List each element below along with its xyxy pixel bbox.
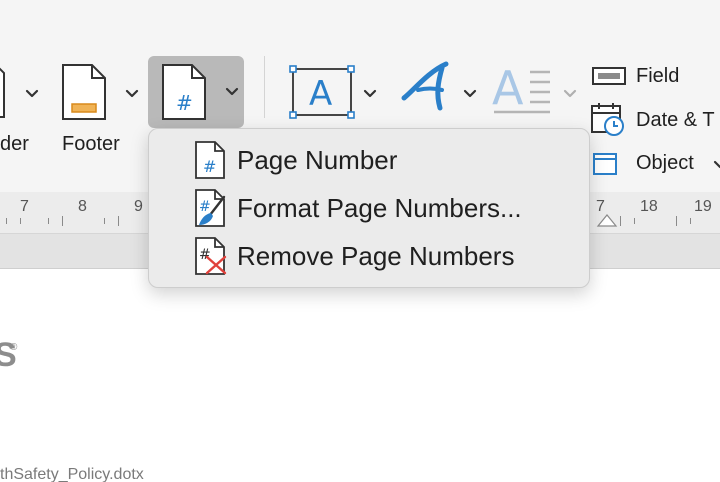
chevron-down-icon[interactable] <box>462 88 478 100</box>
footer-label: Footer <box>62 133 120 155</box>
page-number-icon: # <box>195 141 225 179</box>
footer-button[interactable]: Footer <box>56 56 144 166</box>
date-time-button[interactable]: Date & T <box>590 102 720 138</box>
document-footer-text: thSafety_Policy.dotx <box>0 466 144 482</box>
format-brush-icon: # <box>195 189 226 227</box>
wordart-button[interactable] <box>396 60 482 124</box>
ruler-tick <box>62 216 63 226</box>
svg-text:#: # <box>199 199 211 215</box>
menu-item-format-page-numbers[interactable]: # Format Page Numbers... <box>149 183 589 229</box>
chevron-down-icon <box>563 89 577 98</box>
menu-item-label: Remove Page Numbers <box>237 241 515 271</box>
ruler-tick <box>48 218 49 224</box>
date-time-label: Date & T <box>636 109 715 131</box>
ruler-tick <box>676 216 677 226</box>
object-icon <box>593 153 617 175</box>
chevron-down-icon[interactable] <box>224 86 240 98</box>
chevron-down-icon[interactable] <box>712 159 720 171</box>
header-label: der <box>0 133 29 155</box>
ruler-tick <box>690 218 691 224</box>
date-time-icon <box>591 103 624 136</box>
page-number-icon: # <box>162 64 206 120</box>
indent-marker[interactable] <box>596 212 618 228</box>
menu-item-remove-page-numbers[interactable]: # Remove Page Numbers <box>149 231 589 277</box>
ruler-tick <box>20 218 21 224</box>
document-page[interactable] <box>0 268 720 482</box>
chevron-down-icon[interactable] <box>124 88 140 100</box>
svg-text:A: A <box>309 74 332 114</box>
object-label: Object <box>636 152 694 174</box>
field-button[interactable]: Field <box>590 62 720 92</box>
ruler-number: 19 <box>694 198 712 215</box>
ruler-tick <box>620 216 621 226</box>
svg-text:#: # <box>199 247 211 263</box>
page-number-menu: # Page Number # Format Page Numbers... #… <box>148 128 590 288</box>
footer-icon <box>62 64 106 120</box>
ruler-number: 18 <box>640 198 658 215</box>
header-icon <box>0 67 5 118</box>
field-label: Field <box>636 65 680 87</box>
ruler-tick <box>634 218 635 224</box>
ribbon-separator <box>264 56 265 118</box>
remove-page-numbers-icon: # <box>195 237 227 275</box>
chevron-down-icon[interactable] <box>362 88 378 100</box>
drop-cap-button[interactable]: A <box>490 60 580 124</box>
field-icon <box>592 67 626 85</box>
wordart-icon <box>401 61 449 111</box>
text-box-button[interactable]: A <box>288 64 384 124</box>
ruler-number: 8 <box>78 198 87 215</box>
object-button[interactable]: Object <box>590 148 720 180</box>
svg-text:#: # <box>176 91 193 115</box>
menu-item-label: Format Page Numbers... <box>237 193 522 223</box>
ruler-tick <box>6 218 7 224</box>
logo-registered-mark: ® <box>10 342 18 353</box>
ruler-number: 7 <box>20 198 29 215</box>
menu-item-page-number[interactable]: # Page Number <box>149 135 589 181</box>
ruler-number: 9 <box>134 198 143 215</box>
header-button[interactable]: der <box>0 56 44 166</box>
drop-cap-icon: A <box>492 62 550 115</box>
svg-text:A: A <box>492 62 524 115</box>
chevron-down-icon[interactable] <box>24 88 40 100</box>
ruler-tick <box>104 218 105 224</box>
menu-item-label: Page Number <box>237 145 398 175</box>
text-box-icon: A <box>289 65 355 119</box>
svg-text:#: # <box>203 157 216 176</box>
page-number-button[interactable]: # <box>148 56 244 128</box>
ruler-tick <box>118 216 119 226</box>
